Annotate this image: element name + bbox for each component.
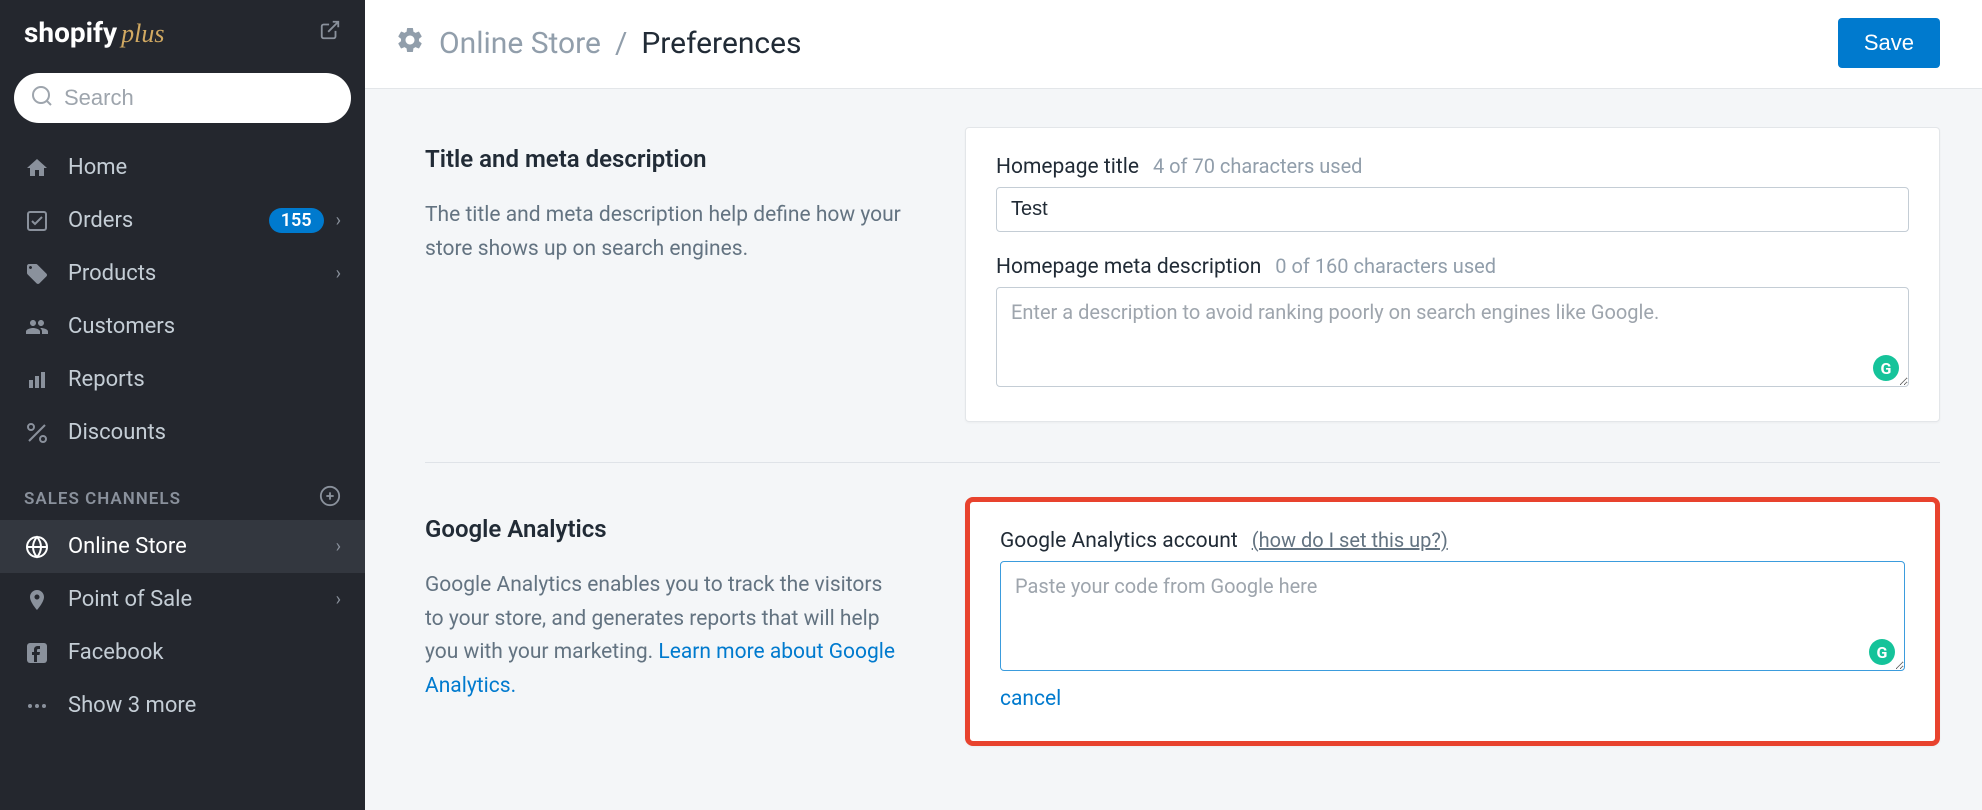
card-google-analytics: Google Analytics account (how do I set t… bbox=[965, 497, 1940, 746]
online-store-icon bbox=[24, 535, 50, 559]
topbar: Online Store / Preferences Save bbox=[365, 0, 1982, 89]
nav-main: Home Orders 155 › Products bbox=[0, 141, 365, 459]
reports-icon bbox=[24, 368, 50, 392]
search-icon bbox=[30, 84, 54, 112]
char-count: 0 of 160 characters used bbox=[1275, 254, 1496, 278]
popout-icon[interactable] bbox=[319, 19, 341, 47]
sidebar-item-show-more[interactable]: Show 3 more bbox=[0, 679, 365, 732]
save-button[interactable]: Save bbox=[1838, 18, 1940, 68]
add-channel-icon[interactable] bbox=[319, 485, 341, 512]
discounts-icon bbox=[24, 421, 50, 445]
field-label: Google Analytics account (how do I set t… bbox=[1000, 528, 1905, 553]
chevron-right-icon: › bbox=[336, 536, 341, 557]
nav-channels: Online Store › Point of Sale › Fac bbox=[0, 520, 365, 732]
sales-channels-header: SALES CHANNELS bbox=[0, 459, 365, 520]
section-header-label: SALES CHANNELS bbox=[24, 489, 181, 509]
sidebar: shopify plus Home bbox=[0, 0, 365, 810]
search-wrap bbox=[0, 61, 365, 141]
section-form: Homepage title 4 of 70 characters used H… bbox=[965, 127, 1940, 422]
sidebar-item-label: Show 3 more bbox=[68, 693, 196, 718]
grammarly-icon[interactable]: G bbox=[1869, 639, 1895, 665]
orders-icon bbox=[24, 209, 50, 233]
section-form: Google Analytics account (how do I set t… bbox=[965, 497, 1940, 746]
sidebar-item-facebook[interactable]: Facebook bbox=[0, 626, 365, 679]
section-description: Google Analytics Google Analytics enable… bbox=[425, 497, 905, 746]
meta-description-textarea[interactable] bbox=[996, 287, 1909, 387]
sidebar-item-label: Reports bbox=[68, 367, 145, 392]
sidebar-item-customers[interactable]: Customers bbox=[0, 300, 365, 353]
home-icon bbox=[24, 156, 50, 180]
breadcrumb-current: Preferences bbox=[641, 26, 801, 61]
grammarly-icon[interactable]: G bbox=[1873, 355, 1899, 381]
sidebar-item-label: Products bbox=[68, 261, 156, 286]
sidebar-item-label: Online Store bbox=[68, 534, 187, 559]
sidebar-item-pos[interactable]: Point of Sale › bbox=[0, 573, 365, 626]
card-title-meta: Homepage title 4 of 70 characters used H… bbox=[965, 127, 1940, 422]
field-label: Homepage meta description 0 of 160 chara… bbox=[996, 254, 1909, 279]
section-description: Title and meta description The title and… bbox=[425, 127, 905, 422]
homepage-title-input[interactable] bbox=[996, 187, 1909, 232]
sidebar-item-label: Discounts bbox=[68, 420, 166, 445]
sidebar-item-products[interactable]: Products › bbox=[0, 247, 365, 300]
field-meta-description: Homepage meta description 0 of 160 chara… bbox=[996, 254, 1909, 391]
section-text: The title and meta description help defi… bbox=[425, 199, 905, 266]
field-ga-account: Google Analytics account (how do I set t… bbox=[1000, 528, 1905, 675]
cancel-link[interactable]: cancel bbox=[1000, 687, 1061, 711]
sidebar-item-home[interactable]: Home bbox=[0, 141, 365, 194]
sidebar-header: shopify plus bbox=[0, 0, 365, 61]
sidebar-item-label: Point of Sale bbox=[68, 587, 192, 612]
pos-icon bbox=[24, 588, 50, 612]
logo-sub: plus bbox=[121, 19, 164, 49]
textarea-wrap: G bbox=[1000, 561, 1905, 675]
sidebar-item-reports[interactable]: Reports bbox=[0, 353, 365, 406]
section-google-analytics: Google Analytics Google Analytics enable… bbox=[425, 497, 1940, 786]
content: Title and meta description The title and… bbox=[365, 89, 1982, 810]
sidebar-item-label: Facebook bbox=[68, 640, 164, 665]
sidebar-item-orders[interactable]: Orders 155 › bbox=[0, 194, 365, 247]
char-count: 4 of 70 characters used bbox=[1153, 154, 1363, 178]
sidebar-item-discounts[interactable]: Discounts bbox=[0, 406, 365, 459]
facebook-icon bbox=[24, 641, 50, 665]
section-heading: Google Analytics bbox=[425, 515, 905, 543]
main: Online Store / Preferences Save Title an… bbox=[365, 0, 1982, 810]
chevron-right-icon: › bbox=[336, 210, 341, 231]
label-text: Google Analytics account bbox=[1000, 529, 1238, 553]
sidebar-item-label: Home bbox=[68, 155, 127, 180]
sidebar-item-label: Customers bbox=[68, 314, 175, 339]
customers-icon bbox=[24, 315, 50, 339]
search-input[interactable] bbox=[64, 85, 335, 111]
more-icon bbox=[24, 694, 50, 718]
orders-badge: 155 bbox=[269, 208, 324, 233]
breadcrumb-parent[interactable]: Online Store bbox=[439, 26, 601, 61]
field-label: Homepage title 4 of 70 characters used bbox=[996, 154, 1909, 179]
chevron-right-icon: › bbox=[336, 263, 341, 284]
products-icon bbox=[24, 262, 50, 286]
field-homepage-title: Homepage title 4 of 70 characters used bbox=[996, 154, 1909, 232]
logo-main: shopify bbox=[24, 16, 117, 49]
label-text: Homepage meta description bbox=[996, 255, 1261, 279]
section-title-meta: Title and meta description The title and… bbox=[425, 127, 1940, 463]
search-box[interactable] bbox=[14, 73, 351, 123]
chevron-right-icon: › bbox=[336, 589, 341, 610]
ga-code-textarea[interactable] bbox=[1000, 561, 1905, 671]
setup-help-link[interactable]: (how do I set this up?) bbox=[1252, 528, 1448, 552]
breadcrumb: Online Store / Preferences bbox=[395, 25, 802, 62]
logo: shopify plus bbox=[24, 16, 165, 49]
section-text: Google Analytics enables you to track th… bbox=[425, 569, 905, 703]
sidebar-item-label: Orders bbox=[68, 208, 133, 233]
section-heading: Title and meta description bbox=[425, 145, 905, 173]
gear-icon bbox=[395, 25, 425, 62]
sidebar-item-online-store[interactable]: Online Store › bbox=[0, 520, 365, 573]
label-text: Homepage title bbox=[996, 155, 1139, 179]
textarea-wrap: G bbox=[996, 287, 1909, 391]
breadcrumb-separator: / bbox=[615, 26, 627, 61]
